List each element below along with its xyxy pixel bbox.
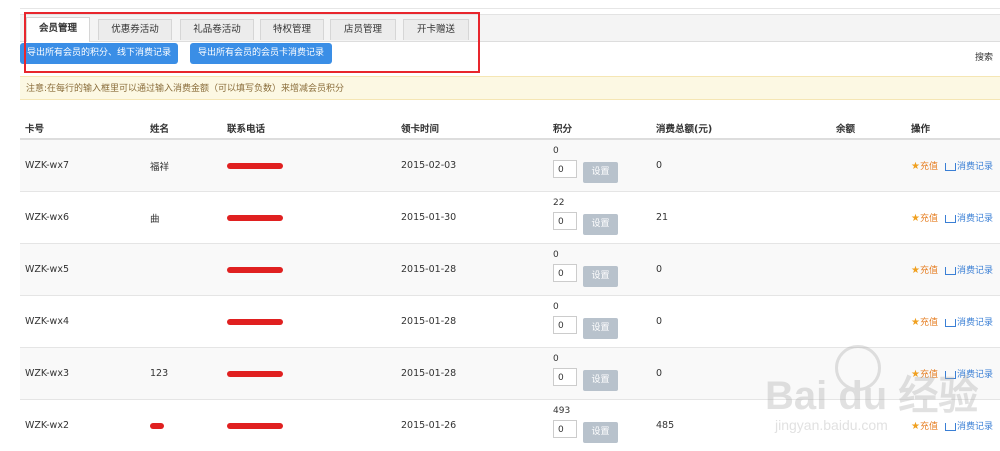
set-points-button[interactable]: 设置 bbox=[583, 422, 618, 443]
points-value: 0 bbox=[553, 354, 559, 364]
actions-cell: ★充值 消费记录 bbox=[906, 138, 1000, 192]
star-icon: ★ bbox=[911, 213, 920, 224]
table-row: WZK-wx6 曲 2015-01-30 22 0 设置 21 ★充值 消费记录 bbox=[20, 191, 1000, 244]
card-date: 2015-01-26 bbox=[396, 399, 548, 451]
balance bbox=[831, 295, 906, 348]
member-name bbox=[145, 243, 222, 296]
recharge-link[interactable]: ★充值 bbox=[911, 213, 938, 224]
set-points-button[interactable]: 设置 bbox=[583, 162, 618, 183]
points-cell: 0 0 设置 bbox=[548, 138, 651, 192]
points-value: 0 bbox=[553, 146, 559, 156]
top-divider bbox=[20, 8, 1000, 9]
total-spent: 21 bbox=[651, 191, 831, 244]
total-spent: 0 bbox=[651, 295, 831, 348]
table-row: WZK-wx4 2015-01-28 0 0 设置 0 ★充值 消费记录 bbox=[20, 295, 1000, 348]
points-cell: 493 0 设置 bbox=[548, 399, 651, 451]
table-header-row: 卡号 姓名 联系电话 领卡时间 积分 消费总额(元) 余额 操作 bbox=[20, 118, 1000, 140]
phone-redacted bbox=[222, 295, 396, 348]
col-header-actions: 操作 bbox=[906, 118, 1000, 140]
card-number: WZK-wx5 bbox=[20, 243, 145, 296]
consumption-record-link[interactable]: 消费记录 bbox=[945, 266, 993, 276]
consumption-record-link[interactable]: 消费记录 bbox=[945, 214, 993, 224]
points-input[interactable]: 0 bbox=[553, 368, 577, 386]
member-name bbox=[145, 295, 222, 348]
card-date: 2015-02-03 bbox=[396, 138, 548, 192]
baidu-jingyan-watermark: Bai du 经验 jingyan.baidu.com bbox=[735, 345, 995, 445]
card-number: WZK-wx3 bbox=[20, 347, 145, 400]
member-name: 123 bbox=[145, 347, 222, 400]
star-icon: ★ bbox=[911, 317, 920, 328]
points-cell: 22 0 设置 bbox=[548, 191, 651, 244]
points-input[interactable]: 0 bbox=[553, 264, 577, 282]
notice-bar: 注意:在每行的输入框里可以通过输入消费金额（可以填写负数）来增减会员积分 bbox=[20, 76, 1000, 100]
cart-icon bbox=[945, 318, 957, 327]
points-value: 0 bbox=[553, 302, 559, 312]
phone-redacted bbox=[222, 347, 396, 400]
set-points-button[interactable]: 设置 bbox=[583, 266, 618, 287]
col-header-card: 卡号 bbox=[20, 118, 145, 140]
set-points-button[interactable]: 设置 bbox=[583, 370, 618, 391]
phone-redacted bbox=[222, 138, 396, 192]
points-value: 0 bbox=[553, 250, 559, 260]
balance bbox=[831, 243, 906, 296]
points-value: 493 bbox=[553, 406, 571, 416]
total-spent: 0 bbox=[651, 243, 831, 296]
points-cell: 0 0 设置 bbox=[548, 295, 651, 348]
member-name bbox=[145, 399, 222, 451]
points-input[interactable]: 0 bbox=[553, 316, 577, 334]
actions-cell: ★充值 消费记录 bbox=[906, 191, 1000, 244]
cart-icon bbox=[945, 162, 957, 171]
points-input[interactable]: 0 bbox=[553, 160, 577, 178]
points-value: 22 bbox=[553, 198, 565, 208]
balance bbox=[831, 138, 906, 192]
phone-redacted bbox=[222, 243, 396, 296]
card-number: WZK-wx7 bbox=[20, 138, 145, 192]
phone-redacted bbox=[222, 399, 396, 451]
table-row: WZK-wx5 2015-01-28 0 0 设置 0 ★充值 消费记录 bbox=[20, 243, 1000, 296]
search-link[interactable]: 搜索 bbox=[975, 50, 993, 63]
points-input[interactable]: 0 bbox=[553, 420, 577, 438]
card-date: 2015-01-30 bbox=[396, 191, 548, 244]
actions-cell: ★充值 消费记录 bbox=[906, 295, 1000, 348]
star-icon: ★ bbox=[911, 265, 920, 276]
phone-redacted bbox=[222, 191, 396, 244]
table-row: WZK-wx7 福祥 2015-02-03 0 0 设置 0 ★充值 消费记录 bbox=[20, 138, 1000, 192]
highlight-box bbox=[24, 12, 480, 73]
set-points-button[interactable]: 设置 bbox=[583, 214, 618, 235]
col-header-total: 消费总额(元) bbox=[651, 118, 831, 140]
card-number: WZK-wx6 bbox=[20, 191, 145, 244]
col-header-phone: 联系电话 bbox=[222, 118, 396, 140]
recharge-link[interactable]: ★充值 bbox=[911, 161, 938, 172]
recharge-link[interactable]: ★充值 bbox=[911, 265, 938, 276]
consumption-record-link[interactable]: 消费记录 bbox=[945, 318, 993, 328]
watermark-url: jingyan.baidu.com bbox=[775, 417, 888, 433]
member-name: 曲 bbox=[145, 191, 222, 244]
card-number: WZK-wx2 bbox=[20, 399, 145, 451]
cart-icon bbox=[945, 214, 957, 223]
card-date: 2015-01-28 bbox=[396, 347, 548, 400]
col-header-date: 领卡时间 bbox=[396, 118, 548, 140]
points-input[interactable]: 0 bbox=[553, 212, 577, 230]
recharge-link[interactable]: ★充值 bbox=[911, 317, 938, 328]
card-date: 2015-01-28 bbox=[396, 295, 548, 348]
actions-cell: ★充值 消费记录 bbox=[906, 243, 1000, 296]
col-header-points: 积分 bbox=[548, 118, 651, 140]
card-number: WZK-wx4 bbox=[20, 295, 145, 348]
balance bbox=[831, 191, 906, 244]
cart-icon bbox=[945, 266, 957, 275]
points-cell: 0 0 设置 bbox=[548, 347, 651, 400]
watermark-main: Bai du 经验 bbox=[765, 374, 979, 418]
consumption-record-link[interactable]: 消费记录 bbox=[945, 162, 993, 172]
member-name: 福祥 bbox=[145, 138, 222, 192]
col-header-name: 姓名 bbox=[145, 118, 222, 140]
total-spent: 0 bbox=[651, 138, 831, 192]
card-date: 2015-01-28 bbox=[396, 243, 548, 296]
star-icon: ★ bbox=[911, 161, 920, 172]
points-cell: 0 0 设置 bbox=[548, 243, 651, 296]
set-points-button[interactable]: 设置 bbox=[583, 318, 618, 339]
col-header-balance: 余额 bbox=[831, 118, 906, 140]
